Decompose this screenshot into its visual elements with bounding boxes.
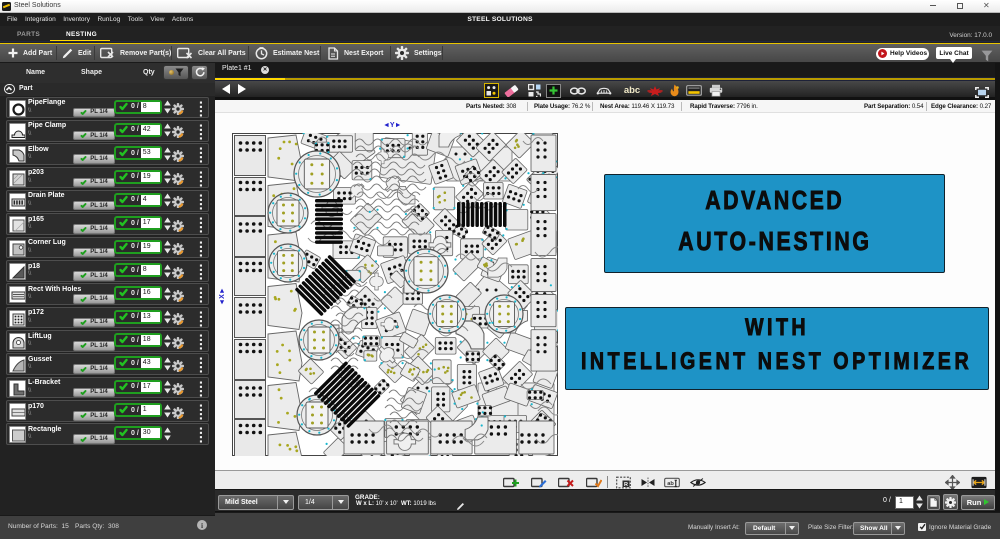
svg-text:ab: ab [667, 481, 674, 487]
svg-text:R: R [624, 481, 628, 487]
